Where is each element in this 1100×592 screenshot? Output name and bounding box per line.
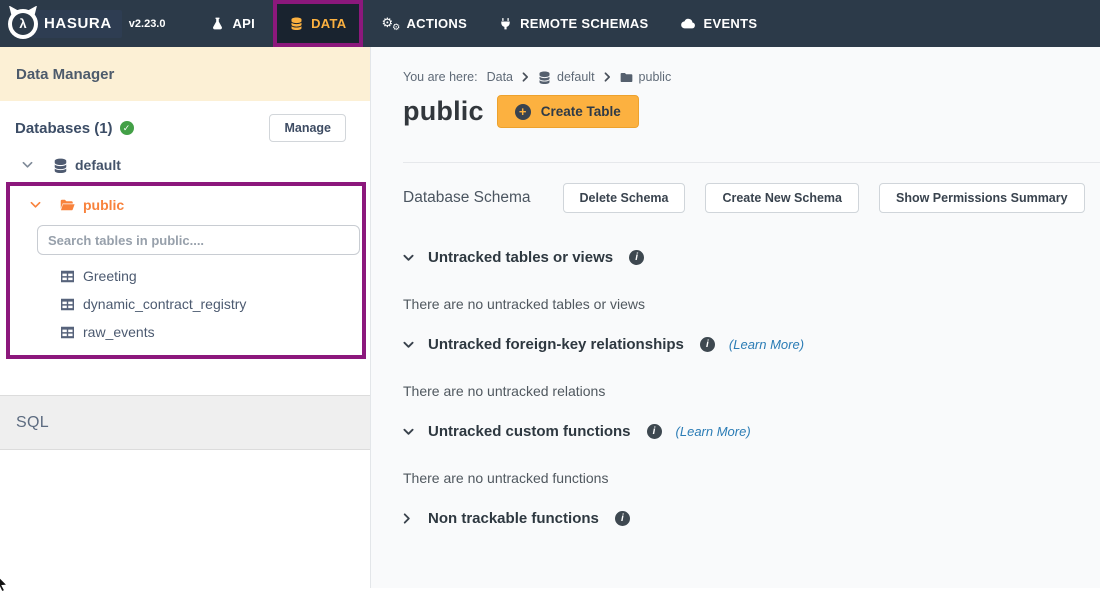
chevron-right-icon (522, 72, 529, 82)
info-icon[interactable]: i (647, 424, 662, 439)
chevron-down-icon[interactable] (30, 201, 41, 209)
data-manager-header: Data Manager (0, 47, 370, 101)
data-sidebar: Data Manager Databases (1) ✓ Manage defa… (0, 47, 371, 588)
plug-icon (499, 17, 512, 30)
table-name: dynamic_contract_registry (83, 296, 246, 312)
nav-tab-label: REMOTE SCHEMAS (520, 16, 648, 31)
databases-row: Databases (1) ✓ Manage (0, 101, 370, 142)
nav-tab-api[interactable]: API (195, 0, 271, 47)
info-icon[interactable]: i (629, 250, 644, 265)
section-title[interactable]: Untracked custom functions (428, 423, 631, 440)
empty-state-text: There are no untracked relations (403, 383, 1100, 399)
section-title[interactable]: Untracked foreign-key relationships (428, 336, 684, 353)
connected-check-icon: ✓ (120, 121, 134, 135)
create-new-schema-button[interactable]: Create New Schema (705, 183, 859, 213)
lambda-icon: λ (12, 13, 34, 35)
nav-tab-events[interactable]: EVENTS (665, 0, 774, 47)
cloud-icon (681, 18, 696, 29)
sidebar-item-public-schema[interactable]: public (10, 191, 362, 218)
table-icon (60, 326, 75, 339)
nav-tab-remote-schemas[interactable]: REMOTE SCHEMAS (483, 0, 664, 47)
chevron-down-icon[interactable] (403, 428, 414, 436)
main-nav: API DATA ⚙⚙ ACTIONS REMOTE SCHEMAS EVENT… (195, 0, 773, 47)
learn-more-link[interactable]: (Learn More) (729, 337, 804, 352)
section-title[interactable]: Untracked tables or views (428, 249, 613, 266)
mouse-cursor (0, 574, 11, 592)
database-icon (290, 17, 303, 30)
schema-name: public (83, 197, 124, 213)
nav-tab-actions[interactable]: ⚙⚙ ACTIONS (365, 0, 483, 47)
schema-annotation-box: public Greeting dynamic_contract_registr… (6, 182, 366, 359)
title-row: public + Create Table (403, 95, 1100, 128)
nav-tab-label: ACTIONS (406, 16, 467, 31)
table-name: raw_events (83, 324, 155, 340)
breadcrumb-schema[interactable]: public (620, 70, 672, 84)
show-permissions-summary-button[interactable]: Show Permissions Summary (879, 183, 1085, 213)
create-table-label: Create Table (541, 104, 621, 119)
table-list: Greeting dynamic_contract_registry raw_e… (10, 262, 362, 346)
plus-circle-icon: + (515, 104, 531, 120)
table-name: Greeting (83, 268, 137, 284)
manage-button[interactable]: Manage (269, 114, 346, 142)
empty-state-text: There are no untracked tables or views (403, 296, 1100, 312)
nav-tab-label: DATA (311, 16, 346, 31)
database-icon (53, 158, 68, 173)
chevron-down-icon[interactable] (403, 254, 414, 262)
nav-tab-label: EVENTS (704, 16, 758, 31)
table-icon (60, 298, 75, 311)
chevron-right-icon[interactable] (403, 513, 414, 524)
sidebar-item-table-greeting[interactable]: Greeting (10, 262, 362, 290)
create-table-button[interactable]: + Create Table (497, 95, 639, 128)
brand-wordmark: HASURA (30, 10, 122, 38)
section-title[interactable]: Non trackable functions (428, 510, 599, 527)
database-icon (538, 71, 551, 84)
search-tables-input[interactable] (37, 225, 360, 255)
section-divider (403, 162, 1100, 163)
breadcrumb-schema-label: public (639, 70, 672, 84)
gears-icon: ⚙⚙ (381, 16, 398, 32)
delete-schema-button[interactable]: Delete Schema (563, 183, 686, 213)
breadcrumb-database[interactable]: default (538, 70, 595, 84)
hasura-logo[interactable]: λ HASURA v2.23.0 (0, 0, 165, 47)
chevron-right-icon (604, 72, 611, 82)
section-untracked-tables: Untracked tables or views i There are no… (403, 249, 1100, 312)
chevron-down-icon[interactable] (403, 341, 414, 349)
sidebar-item-sql[interactable]: SQL (0, 395, 370, 450)
breadcrumb-root-link[interactable]: Data (487, 70, 513, 84)
page-title: public (403, 96, 484, 127)
folder-icon (620, 72, 633, 83)
sidebar-item-default-db[interactable]: default (22, 157, 370, 173)
sidebar-item-table-dynamic-contract-registry[interactable]: dynamic_contract_registry (10, 290, 362, 318)
version-label: v2.23.0 (129, 18, 166, 30)
nav-tab-label: API (232, 16, 255, 31)
nav-tab-data[interactable]: DATA (273, 0, 363, 47)
flask-icon (211, 17, 224, 30)
breadcrumb-database-label: default (557, 70, 595, 84)
section-non-trackable-functions: Non trackable functions i (403, 510, 1100, 527)
learn-more-link[interactable]: (Learn More) (676, 424, 751, 439)
database-name: default (75, 157, 121, 173)
breadcrumb: You are here: Data default public (403, 70, 1100, 84)
main-content: You are here: Data default public (371, 47, 1100, 588)
info-icon[interactable]: i (700, 337, 715, 352)
info-icon[interactable]: i (615, 511, 630, 526)
databases-label-group: Databases (1) ✓ (15, 120, 134, 137)
hasura-mascot-icon: λ (8, 9, 38, 39)
folder-open-icon (60, 199, 75, 211)
database-schema-label: Database Schema (403, 189, 531, 207)
chevron-down-icon[interactable] (22, 161, 33, 169)
databases-label: Databases (1) (15, 120, 113, 137)
top-navbar: λ HASURA v2.23.0 API DATA ⚙⚙ ACTIONS (0, 0, 1100, 47)
section-untracked-custom-functions: Untracked custom functions i (Learn More… (403, 423, 1100, 486)
sidebar-item-table-raw-events[interactable]: raw_events (10, 318, 362, 346)
database-schema-row: Database Schema Delete Schema Create New… (403, 183, 1100, 213)
section-untracked-foreign-keys: Untracked foreign-key relationships i (L… (403, 336, 1100, 399)
table-icon (60, 270, 75, 283)
breadcrumb-prefix: You are here: (403, 70, 478, 84)
empty-state-text: There are no untracked functions (403, 470, 1100, 486)
